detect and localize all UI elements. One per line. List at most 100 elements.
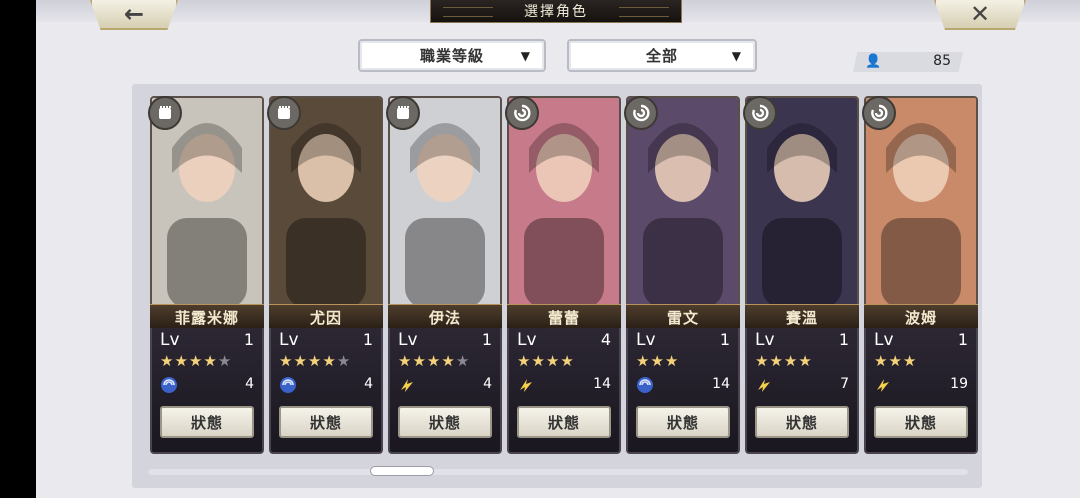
power-value: 4: [245, 376, 254, 392]
star-filled-icon: ★: [441, 352, 456, 370]
character-card[interactable]: 賽溫 Lv 1 ★★★★ 7 狀態: [745, 96, 859, 454]
fist-class-icon: [267, 96, 301, 130]
star-filled-icon: ★: [426, 352, 442, 370]
character-card[interactable]: 伊法 Lv 1 ★★★★★ 4 狀態: [388, 96, 502, 454]
back-button[interactable]: ←: [90, 0, 178, 30]
scroll-track[interactable]: [148, 469, 968, 475]
status-button-label: 狀態: [785, 413, 818, 432]
character-card[interactable]: 蕾蕾 Lv 4 ★★★★ 14 狀態: [507, 96, 621, 454]
status-button[interactable]: 狀態: [398, 406, 492, 438]
character-name-bar: 菲露米娜: [150, 304, 264, 330]
character-name-bar: 蕾蕾: [507, 304, 621, 330]
level-label: Lv: [874, 330, 894, 350]
chevron-down-icon: ▼: [520, 49, 530, 63]
star-filled-icon: ★: [783, 352, 799, 370]
status-button[interactable]: 狀態: [279, 406, 373, 438]
star-filled-icon: ★: [531, 352, 546, 370]
sort-dropdown[interactable]: 職業等級 ▼: [358, 39, 546, 72]
status-button[interactable]: 狀態: [160, 406, 254, 438]
character-info: Lv 4 ★★★★ 14 狀態: [507, 328, 621, 454]
level-value: 1: [719, 330, 730, 349]
status-button[interactable]: 狀態: [517, 406, 611, 438]
character-name-bar: 尤因: [269, 304, 383, 330]
close-button[interactable]: ✕: [934, 0, 1026, 30]
lightning-element-icon: [874, 376, 892, 394]
status-button[interactable]: 狀態: [755, 406, 849, 438]
star-empty-icon: ★: [455, 352, 471, 370]
star-filled-icon: ★: [160, 352, 175, 370]
spiral-class-icon: [743, 96, 777, 130]
power-value: 4: [483, 376, 492, 392]
star-empty-icon: ★: [217, 352, 233, 370]
level-label: Lv: [279, 330, 299, 350]
status-button[interactable]: 狀態: [636, 406, 730, 438]
chevron-down-icon: ▼: [731, 49, 741, 63]
power-value: 7: [840, 376, 849, 392]
character-card[interactable]: 菲露米娜 Lv 1 ★★★★★ 4 狀態: [150, 96, 264, 454]
back-arrow-icon: ←: [123, 0, 145, 28]
filter-dropdown[interactable]: 全部 ▼: [567, 39, 757, 72]
character-info: Lv 1 ★★★ 19 狀態: [864, 328, 978, 454]
star-filled-icon: ★: [293, 352, 308, 370]
star-filled-icon: ★: [888, 352, 903, 370]
character-card[interactable]: 雷文 Lv 1 ★★★ 14 狀態: [626, 96, 740, 454]
status-button-label: 狀態: [190, 413, 223, 432]
star-empty-icon: ★: [336, 352, 352, 370]
character-info: Lv 1 ★★★★★ 4 狀態: [269, 328, 383, 454]
star-rating: ★★★★★: [160, 352, 232, 370]
star-filled-icon: ★: [755, 352, 770, 370]
level-label: Lv: [636, 330, 656, 350]
status-button-label: 狀態: [428, 413, 461, 432]
character-name: 雷文: [666, 308, 699, 327]
level-value: 1: [481, 330, 492, 349]
lightning-element-icon: [398, 376, 416, 394]
spiral-class-icon: [505, 96, 539, 130]
level-value: 1: [957, 330, 968, 349]
level-label: Lv: [160, 330, 180, 350]
character-name: 蕾蕾: [547, 308, 580, 327]
sort-dropdown-label: 職業等級: [419, 47, 484, 65]
star-filled-icon: ★: [769, 352, 784, 370]
star-filled-icon: ★: [664, 352, 680, 370]
level-label: Lv: [517, 330, 537, 350]
person-icon: 👤: [865, 54, 882, 69]
character-name-bar: 波姆: [864, 304, 978, 330]
star-rating: ★★★: [636, 352, 679, 370]
star-filled-icon: ★: [798, 352, 813, 370]
character-name-bar: 雷文: [626, 304, 740, 330]
wind-element-icon: [636, 376, 654, 394]
status-button-label: 狀態: [309, 413, 342, 432]
status-button-label: 狀態: [547, 413, 580, 432]
level-value: 1: [243, 330, 254, 349]
star-rating: ★★★: [874, 352, 917, 370]
star-filled-icon: ★: [279, 352, 294, 370]
star-filled-icon: ★: [545, 352, 561, 370]
character-name: 伊法: [428, 308, 461, 327]
wind-element-icon: [160, 376, 178, 394]
spiral-class-icon: [624, 96, 658, 130]
star-filled-icon: ★: [398, 352, 413, 370]
character-info: Lv 1 ★★★ 14 狀態: [626, 328, 740, 454]
star-rating: ★★★★★: [279, 352, 351, 370]
status-button[interactable]: 狀態: [874, 406, 968, 438]
star-rating: ★★★★: [517, 352, 575, 370]
power-value: 19: [950, 376, 968, 392]
wind-element-icon: [279, 376, 297, 394]
spiral-class-icon: [862, 96, 896, 130]
level-value: 1: [362, 330, 373, 349]
level-label: Lv: [755, 330, 775, 350]
star-filled-icon: ★: [188, 352, 204, 370]
character-card[interactable]: 尤因 Lv 1 ★★★★★ 4 狀態: [269, 96, 383, 454]
character-info: Lv 1 ★★★★ 7 狀態: [745, 328, 859, 454]
level-value: 4: [600, 330, 611, 349]
star-filled-icon: ★: [874, 352, 889, 370]
scroll-thumb[interactable]: [370, 466, 434, 476]
star-filled-icon: ★: [203, 352, 218, 370]
star-rating: ★★★★: [755, 352, 813, 370]
power-value: 14: [712, 376, 730, 392]
fist-class-icon: [386, 96, 420, 130]
character-card[interactable]: 波姆 Lv 1 ★★★ 19 狀態: [864, 96, 978, 454]
page-title: 選擇角色: [524, 4, 588, 20]
character-info: Lv 1 ★★★★★ 4 狀態: [150, 328, 264, 454]
star-filled-icon: ★: [412, 352, 427, 370]
